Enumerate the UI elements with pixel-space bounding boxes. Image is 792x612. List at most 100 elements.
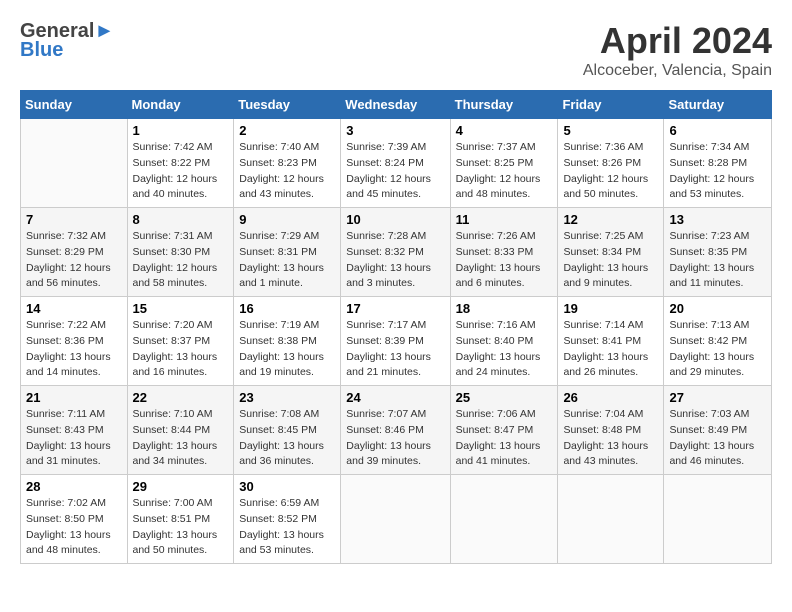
day-info: Sunrise: 7:42 AM Sunset: 8:22 PM Dayligh… xyxy=(133,140,229,203)
day-info: Sunrise: 7:13 AM Sunset: 8:42 PM Dayligh… xyxy=(669,318,766,381)
calendar-cell: 4 Sunrise: 7:37 AM Sunset: 8:25 PM Daylig… xyxy=(450,119,558,208)
day-info: Sunrise: 7:34 AM Sunset: 8:28 PM Dayligh… xyxy=(669,140,766,203)
day-number: 3 xyxy=(346,123,444,138)
day-number: 2 xyxy=(239,123,335,138)
day-info: Sunrise: 7:23 AM Sunset: 8:35 PM Dayligh… xyxy=(669,229,766,292)
weekday-header-friday: Friday xyxy=(558,91,664,119)
calendar-cell: 25 Sunrise: 7:06 AM Sunset: 8:47 PM Dayli… xyxy=(450,386,558,475)
calendar-cell: 10 Sunrise: 7:28 AM Sunset: 8:32 PM Dayli… xyxy=(341,208,450,297)
day-info: Sunrise: 7:28 AM Sunset: 8:32 PM Dayligh… xyxy=(346,229,444,292)
calendar-cell: 9 Sunrise: 7:29 AM Sunset: 8:31 PM Daylig… xyxy=(234,208,341,297)
calendar-cell xyxy=(664,475,772,564)
calendar-week-row: 28 Sunrise: 7:02 AM Sunset: 8:50 PM Dayli… xyxy=(21,475,772,564)
day-number: 21 xyxy=(26,390,122,405)
day-info: Sunrise: 7:14 AM Sunset: 8:41 PM Dayligh… xyxy=(563,318,658,381)
day-info: Sunrise: 7:11 AM Sunset: 8:43 PM Dayligh… xyxy=(26,407,122,470)
day-number: 13 xyxy=(669,212,766,227)
calendar-cell: 15 Sunrise: 7:20 AM Sunset: 8:37 PM Dayli… xyxy=(127,297,234,386)
day-info: Sunrise: 7:20 AM Sunset: 8:37 PM Dayligh… xyxy=(133,318,229,381)
day-number: 20 xyxy=(669,301,766,316)
month-title: April 2024 xyxy=(583,20,772,62)
calendar-cell: 6 Sunrise: 7:34 AM Sunset: 8:28 PM Daylig… xyxy=(664,119,772,208)
weekday-header-monday: Monday xyxy=(127,91,234,119)
day-info: Sunrise: 7:08 AM Sunset: 8:45 PM Dayligh… xyxy=(239,407,335,470)
calendar-cell: 16Sunrise: 7:19 AM Sunset: 8:38 PM Dayli… xyxy=(234,297,341,386)
calendar-cell xyxy=(21,119,128,208)
day-number: 15 xyxy=(133,301,229,316)
day-info: Sunrise: 7:25 AM Sunset: 8:34 PM Dayligh… xyxy=(563,229,658,292)
day-info: Sunrise: 7:02 AM Sunset: 8:50 PM Dayligh… xyxy=(26,496,122,559)
day-number: 19 xyxy=(563,301,658,316)
calendar-cell xyxy=(341,475,450,564)
calendar-week-row: 14 Sunrise: 7:22 AM Sunset: 8:36 PM Dayli… xyxy=(21,297,772,386)
calendar-week-row: 7 Sunrise: 7:32 AM Sunset: 8:29 PM Daylig… xyxy=(21,208,772,297)
calendar-cell: 19 Sunrise: 7:14 AM Sunset: 8:41 PM Dayli… xyxy=(558,297,664,386)
day-info: Sunrise: 7:37 AM Sunset: 8:25 PM Dayligh… xyxy=(456,140,553,203)
calendar-cell: 22 Sunrise: 7:10 AM Sunset: 8:44 PM Dayli… xyxy=(127,386,234,475)
calendar-week-row: 1 Sunrise: 7:42 AM Sunset: 8:22 PM Daylig… xyxy=(21,119,772,208)
logo-blue-text: Blue xyxy=(20,39,114,62)
calendar-cell: 29 Sunrise: 7:00 AM Sunset: 8:51 PM Dayli… xyxy=(127,475,234,564)
calendar-cell: 30Sunrise: 6:59 AM Sunset: 8:52 PM Dayli… xyxy=(234,475,341,564)
calendar-cell: 2Sunrise: 7:40 AM Sunset: 8:23 PM Daylig… xyxy=(234,119,341,208)
day-info: Sunrise: 7:06 AM Sunset: 8:47 PM Dayligh… xyxy=(456,407,553,470)
day-number: 18 xyxy=(456,301,553,316)
day-info: Sunrise: 7:32 AM Sunset: 8:29 PM Dayligh… xyxy=(26,229,122,292)
day-number: 12 xyxy=(563,212,658,227)
day-number: 10 xyxy=(346,212,444,227)
calendar-cell: 1 Sunrise: 7:42 AM Sunset: 8:22 PM Daylig… xyxy=(127,119,234,208)
calendar-cell: 27Sunrise: 7:03 AM Sunset: 8:49 PM Dayli… xyxy=(664,386,772,475)
day-number: 22 xyxy=(133,390,229,405)
day-info: Sunrise: 7:39 AM Sunset: 8:24 PM Dayligh… xyxy=(346,140,444,203)
day-number: 9 xyxy=(239,212,335,227)
day-number: 1 xyxy=(133,123,229,138)
day-number: 6 xyxy=(669,123,766,138)
weekday-header-wednesday: Wednesday xyxy=(341,91,450,119)
day-number: 14 xyxy=(26,301,122,316)
calendar-cell: 18 Sunrise: 7:16 AM Sunset: 8:40 PM Dayli… xyxy=(450,297,558,386)
calendar-cell: 24 Sunrise: 7:07 AM Sunset: 8:46 PM Dayli… xyxy=(341,386,450,475)
calendar-table: SundayMondayTuesdayWednesdayThursdayFrid… xyxy=(20,90,772,564)
day-number: 25 xyxy=(456,390,553,405)
calendar-cell: 8 Sunrise: 7:31 AM Sunset: 8:30 PM Daylig… xyxy=(127,208,234,297)
day-info: Sunrise: 7:16 AM Sunset: 8:40 PM Dayligh… xyxy=(456,318,553,381)
calendar-cell: 17Sunrise: 7:17 AM Sunset: 8:39 PM Dayli… xyxy=(341,297,450,386)
day-number: 24 xyxy=(346,390,444,405)
logo: General► Blue xyxy=(20,20,114,62)
weekday-header-thursday: Thursday xyxy=(450,91,558,119)
day-info: Sunrise: 7:31 AM Sunset: 8:30 PM Dayligh… xyxy=(133,229,229,292)
calendar-cell: 3 Sunrise: 7:39 AM Sunset: 8:24 PM Daylig… xyxy=(341,119,450,208)
title-block: April 2024 Alcoceber, Valencia, Spain xyxy=(583,20,772,80)
day-number: 26 xyxy=(563,390,658,405)
day-number: 8 xyxy=(133,212,229,227)
calendar-cell: 20 Sunrise: 7:13 AM Sunset: 8:42 PM Dayli… xyxy=(664,297,772,386)
day-info: Sunrise: 7:29 AM Sunset: 8:31 PM Dayligh… xyxy=(239,229,335,292)
day-number: 23 xyxy=(239,390,335,405)
calendar-week-row: 21 Sunrise: 7:11 AM Sunset: 8:43 PM Dayli… xyxy=(21,386,772,475)
day-info: Sunrise: 7:10 AM Sunset: 8:44 PM Dayligh… xyxy=(133,407,229,470)
day-info: Sunrise: 7:04 AM Sunset: 8:48 PM Dayligh… xyxy=(563,407,658,470)
weekday-header-saturday: Saturday xyxy=(664,91,772,119)
day-info: Sunrise: 7:26 AM Sunset: 8:33 PM Dayligh… xyxy=(456,229,553,292)
day-info: Sunrise: 7:17 AM Sunset: 8:39 PM Dayligh… xyxy=(346,318,444,381)
day-info: Sunrise: 7:00 AM Sunset: 8:51 PM Dayligh… xyxy=(133,496,229,559)
calendar-cell: 26 Sunrise: 7:04 AM Sunset: 8:48 PM Dayli… xyxy=(558,386,664,475)
calendar-cell: 14 Sunrise: 7:22 AM Sunset: 8:36 PM Dayli… xyxy=(21,297,128,386)
day-info: Sunrise: 7:22 AM Sunset: 8:36 PM Dayligh… xyxy=(26,318,122,381)
day-number: 16 xyxy=(239,301,335,316)
day-info: Sunrise: 7:07 AM Sunset: 8:46 PM Dayligh… xyxy=(346,407,444,470)
calendar-cell: 12 Sunrise: 7:25 AM Sunset: 8:34 PM Dayli… xyxy=(558,208,664,297)
calendar-cell xyxy=(450,475,558,564)
day-number: 28 xyxy=(26,479,122,494)
calendar-cell: 13 Sunrise: 7:23 AM Sunset: 8:35 PM Dayli… xyxy=(664,208,772,297)
day-number: 4 xyxy=(456,123,553,138)
calendar-cell: 21 Sunrise: 7:11 AM Sunset: 8:43 PM Dayli… xyxy=(21,386,128,475)
day-number: 29 xyxy=(133,479,229,494)
calendar-cell: 28 Sunrise: 7:02 AM Sunset: 8:50 PM Dayli… xyxy=(21,475,128,564)
day-number: 7 xyxy=(26,212,122,227)
calendar-cell: 11Sunrise: 7:26 AM Sunset: 8:33 PM Dayli… xyxy=(450,208,558,297)
location-text: Alcoceber, Valencia, Spain xyxy=(583,62,772,80)
calendar-cell: 5Sunrise: 7:36 AM Sunset: 8:26 PM Daylig… xyxy=(558,119,664,208)
weekday-header-sunday: Sunday xyxy=(21,91,128,119)
calendar-header-row: SundayMondayTuesdayWednesdayThursdayFrid… xyxy=(21,91,772,119)
